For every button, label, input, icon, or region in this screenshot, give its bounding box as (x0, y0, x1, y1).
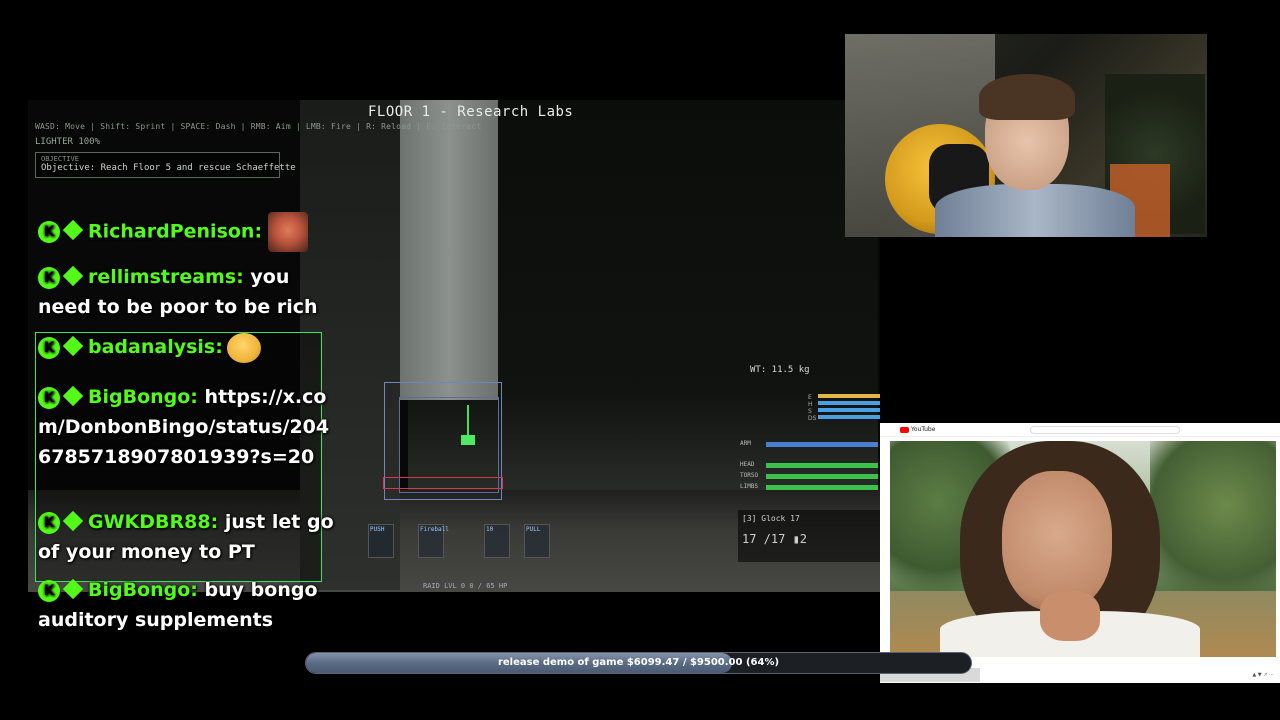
chat-message: K BigBongo: https://x.com/DonbonBingo/sta… (38, 382, 338, 472)
kick-badge-icon: K (38, 336, 60, 359)
hotbar-slot-label: Fireball (420, 526, 449, 533)
trees-right (1150, 441, 1276, 601)
hotbar-slot-label: 10 (486, 526, 494, 533)
hotbar-slot-label: PULL (526, 526, 541, 533)
streamer-hair (979, 74, 1075, 120)
green-marker (467, 405, 469, 437)
kick-badge-icon: K (38, 266, 60, 289)
body-part-label: LIMBS (740, 483, 759, 490)
goal-label: release demo of game $6099.47 / $9500.00… (497, 657, 780, 668)
chat-username[interactable]: BigBongo: (88, 386, 198, 408)
person-face (1002, 471, 1112, 611)
body-part-bar (766, 463, 878, 468)
diamond-badge-icon (62, 578, 84, 599)
body-part-row: ARM (740, 440, 880, 449)
ammo-count: 17 /17 ▮2 (742, 532, 808, 546)
hotbar-slot[interactable]: 10 (484, 524, 510, 558)
youtube-search-input[interactable] (1030, 426, 1180, 434)
status-bar-label: DS (808, 415, 817, 422)
central-tower (400, 100, 498, 400)
weapon-panel: [3] Glock 17 17 /17 ▮2 (738, 510, 880, 562)
chat-badges: K (38, 219, 84, 243)
body-part-label: TORSO (740, 472, 759, 479)
streamer-webcam (845, 34, 1207, 237)
chat-username[interactable]: RichardPenison: (88, 221, 262, 243)
chat-badges: K (38, 578, 84, 602)
youtube-logo[interactable]: YouTube (900, 426, 935, 433)
youtube-video[interactable] (890, 441, 1276, 657)
youtube-logo-text: YouTube (911, 426, 936, 433)
chat-username[interactable]: BigBongo: (88, 579, 198, 601)
diamond-badge-icon (62, 335, 84, 356)
video-actions[interactable]: ▲ ▼ ↗ ⋯ (1252, 672, 1274, 678)
emote-icon (268, 212, 309, 252)
status-bar: DS (808, 415, 880, 422)
status-bar: H (808, 401, 880, 408)
body-part-label: ARM (740, 440, 751, 447)
emote-icon (226, 332, 261, 363)
weapon-name: [3] Glock 17 (742, 514, 800, 523)
status-bar-label: H (808, 401, 813, 408)
diamond-badge-icon (62, 219, 84, 241)
chat-message: K BigBongo: buy bongo auditory supplement… (38, 575, 338, 635)
cube-base (383, 477, 503, 489)
status-bar: S (808, 408, 880, 415)
status-bar-fill (818, 394, 880, 398)
diamond-badge-icon (62, 265, 84, 286)
objective-panel: OBJECTIVE Objective: Reach Floor 5 and r… (35, 152, 296, 178)
status-bar-fill (818, 408, 880, 412)
chat-message: K RichardPenison: (38, 212, 338, 252)
chat-username[interactable]: rellimstreams: (88, 266, 244, 288)
kick-badge-icon: K (38, 511, 60, 534)
kick-badge-icon: K (38, 386, 60, 409)
objective-text: Objective: Reach Floor 5 and rescue Scha… (41, 163, 296, 173)
hotbar[interactable]: PUSH Fireball 10 PULL (368, 524, 568, 560)
hotbar-slot[interactable]: PUSH (368, 524, 394, 558)
body-part-bar (766, 442, 878, 447)
chat-badges: K (38, 335, 84, 359)
lighter-status: LIGHTER 100% (35, 137, 101, 147)
diamond-badge-icon (62, 510, 84, 531)
chat-badges: K (38, 510, 84, 534)
youtube-icon (900, 426, 909, 433)
body-part-row: LIMBS (740, 483, 880, 492)
hotbar-slot[interactable]: PULL (524, 524, 550, 558)
floor-title: FLOOR 1 - Research Labs (368, 104, 574, 120)
chat-message: K GWKDBR88: just let go of your money to … (38, 507, 338, 567)
status-bar-fill (818, 401, 880, 405)
youtube-topbar: YouTube (880, 423, 1280, 437)
hotbar-slot-label: PUSH (370, 526, 385, 533)
youtube-window[interactable]: YouTube ▲ ▼ ↗ ⋯ (880, 423, 1280, 683)
donation-goal-bar: release demo of game $6099.47 / $9500.00… (305, 652, 972, 674)
body-part-bar (766, 474, 878, 479)
selection-cube (383, 382, 503, 500)
status-bar-label: S (808, 408, 812, 415)
body-part-bar (766, 485, 878, 490)
chat-username[interactable]: GWKDBR88: (88, 511, 218, 533)
controls-hint: WASD: Move | Shift: Sprint | SPACE: Dash… (35, 122, 482, 131)
status-bar: E (808, 394, 880, 401)
chat-username[interactable]: badanalysis: (88, 336, 223, 358)
chat-message: Krellimstreams: you need to be poor to b… (38, 262, 338, 322)
streamer-body (935, 184, 1135, 237)
status-bars: E H S DS (808, 394, 880, 422)
hotbar-slot[interactable]: Fireball (418, 524, 449, 558)
chat-message: Kbadanalysis: (38, 332, 338, 363)
status-bar-label: E (808, 394, 812, 401)
objective-header: OBJECTIVE (41, 155, 79, 163)
body-part-row: TORSO (740, 472, 880, 481)
kick-badge-icon: K (38, 579, 60, 602)
body-part-row: HEAD (740, 461, 880, 470)
weight-label: WT: 11.5 kg (750, 365, 810, 375)
diamond-badge-icon (62, 385, 84, 406)
green-block (461, 435, 475, 445)
chat-badges: K (38, 385, 84, 409)
person-hand (1040, 591, 1100, 641)
kick-badge-icon: K (38, 221, 60, 243)
chat-badges: K (38, 265, 84, 289)
status-bar-fill (818, 415, 880, 419)
raid-status: RAID LVL 0 0 / 65 HP (423, 582, 508, 590)
body-part-label: HEAD (740, 461, 755, 468)
